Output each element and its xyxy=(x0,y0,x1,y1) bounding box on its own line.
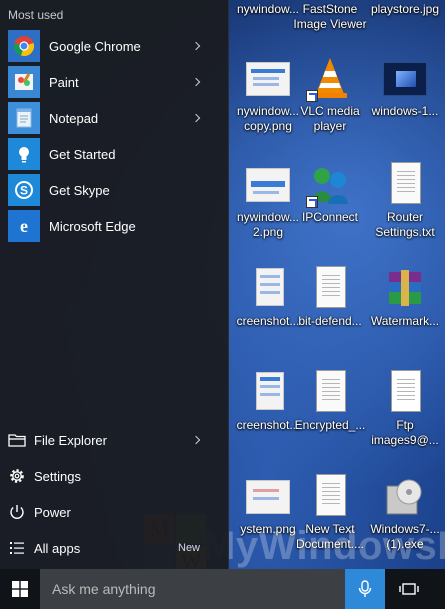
start-app-label: Paint xyxy=(49,74,79,90)
start-app-paint[interactable]: Paint xyxy=(0,64,229,100)
folder-icon xyxy=(8,431,26,449)
start-app-label: Notepad xyxy=(49,110,99,126)
watermark-text: MyWindowsHub xyxy=(202,524,445,568)
start-app-label: Google Chrome xyxy=(49,38,141,54)
winrar-archive-icon xyxy=(383,266,427,310)
desktop-icon[interactable]: Ftp images9@... xyxy=(365,366,445,462)
start-app-label: Microsoft Edge xyxy=(49,218,136,234)
desktop-icon[interactable]: bit-defend... xyxy=(290,262,370,358)
desktop-icon[interactable]: Router Settings.txt xyxy=(365,158,445,254)
image-file-icon xyxy=(246,370,290,414)
ipconnect-icon xyxy=(306,162,352,208)
task-view-icon xyxy=(399,583,419,595)
desktop-icon-label: VLC media player xyxy=(300,104,360,133)
image-file-icon xyxy=(246,162,290,206)
start-app-get-started[interactable]: Get Started xyxy=(0,136,229,172)
desktop-icon-label: playstore.jpg xyxy=(370,2,440,16)
file-explorer-label: File Explorer xyxy=(34,432,107,448)
desktop-icon[interactable]: Encrypted_... xyxy=(290,366,370,462)
settings-label: Settings xyxy=(34,468,81,484)
task-view-button[interactable] xyxy=(385,569,433,609)
start-file-explorer[interactable]: File Explorer xyxy=(0,422,229,458)
text-file-icon xyxy=(383,162,427,206)
list-icon xyxy=(8,539,26,557)
desktop-icon-label: IPConnect xyxy=(301,210,359,224)
paint-icon xyxy=(8,66,40,98)
image-file-icon xyxy=(246,266,290,310)
text-file-icon xyxy=(308,266,352,310)
image-file-icon xyxy=(383,56,427,100)
desktop-icon-label: Router Settings.txt xyxy=(375,210,435,239)
chevron-right-icon[interactable] xyxy=(191,77,201,87)
power-label: Power xyxy=(34,504,71,520)
desktop-icon-label: bit-defend... xyxy=(298,314,362,328)
desktop-icon-label: Ftp images9@... xyxy=(371,418,439,447)
power-icon xyxy=(8,503,26,521)
edge-icon: e xyxy=(8,210,40,242)
chevron-right-icon[interactable] xyxy=(191,41,201,51)
start-all-apps[interactable]: All apps New xyxy=(0,530,229,566)
start-app-get-skype[interactable]: S Get Skype xyxy=(0,172,229,208)
lightbulb-icon xyxy=(8,138,40,170)
start-button[interactable] xyxy=(0,569,40,609)
desktop-icon[interactable]: windows-1... xyxy=(365,52,445,148)
notepad-icon xyxy=(8,102,40,134)
chrome-icon xyxy=(8,30,40,62)
desktop-icon[interactable]: Watermark... xyxy=(365,262,445,358)
most-used-heading: Most used xyxy=(8,8,64,22)
gear-icon xyxy=(8,467,26,485)
image-file-icon xyxy=(246,56,290,100)
desktop-icon-label: Encrypted_... xyxy=(294,418,366,432)
all-apps-label: All apps xyxy=(34,540,81,556)
text-file-icon xyxy=(308,370,352,414)
start-app-label: Get Started xyxy=(49,146,116,162)
blank-file-icon xyxy=(383,370,427,414)
svg-text:e: e xyxy=(20,216,28,236)
cortana-search-box[interactable]: Ask me anything xyxy=(40,569,345,609)
start-settings[interactable]: Settings xyxy=(0,458,229,494)
desktop-icon[interactable]: IPConnect xyxy=(290,158,370,254)
search-placeholder: Ask me anything xyxy=(52,581,156,597)
start-app-notepad[interactable]: Notepad xyxy=(0,100,229,136)
desktop-icon[interactable]: VLC media player xyxy=(290,52,370,148)
start-menu: Most used Google Chrome Paint Notepad Ge… xyxy=(0,0,229,569)
taskbar: Ask me anything xyxy=(0,569,445,609)
microphone-icon xyxy=(358,580,372,597)
start-app-google-chrome[interactable]: Google Chrome xyxy=(0,28,229,64)
vlc-icon xyxy=(306,56,352,102)
start-app-microsoft-edge[interactable]: e Microsoft Edge xyxy=(0,208,229,244)
start-app-label: Get Skype xyxy=(49,182,110,198)
chevron-right-icon[interactable] xyxy=(191,113,201,123)
new-badge: New xyxy=(178,542,201,554)
windows-logo-icon xyxy=(12,581,28,597)
desktop-icon-label: FastStone Image Viewer xyxy=(293,2,367,31)
skype-icon: S xyxy=(8,174,40,206)
desktop-icon-label: Watermark... xyxy=(370,314,440,328)
desktop-icon-label: windows-1... xyxy=(371,104,439,118)
start-power[interactable]: Power xyxy=(0,494,229,530)
microphone-button[interactable] xyxy=(345,569,385,609)
chevron-right-icon[interactable] xyxy=(191,435,201,445)
svg-text:S: S xyxy=(20,184,28,198)
